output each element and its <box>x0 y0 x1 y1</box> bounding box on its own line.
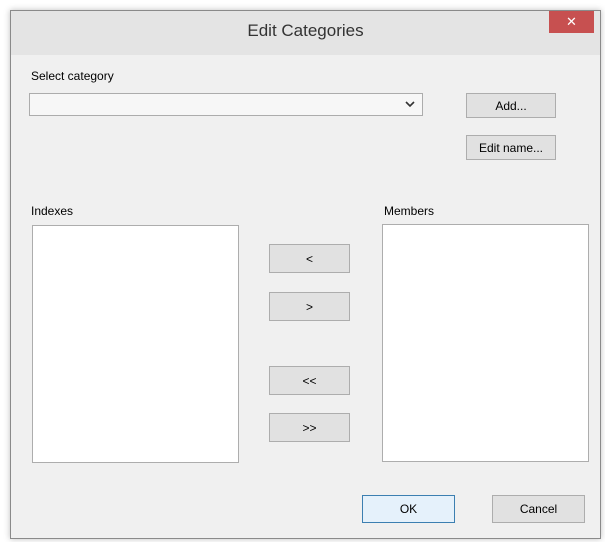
move-all-right-button[interactable]: >> <box>269 413 350 442</box>
dialog-title: Edit Categories <box>247 21 364 40</box>
select-category-label: Select category <box>31 69 114 83</box>
ok-button[interactable]: OK <box>362 495 455 523</box>
indexes-list[interactable] <box>32 225 239 463</box>
edit-name-button[interactable]: Edit name... <box>466 135 556 160</box>
cancel-button[interactable]: Cancel <box>492 495 585 523</box>
close-button[interactable]: ✕ <box>549 11 594 33</box>
add-button[interactable]: Add... <box>466 93 556 118</box>
members-list[interactable] <box>382 224 589 462</box>
move-all-left-button[interactable]: << <box>269 366 350 395</box>
edit-categories-dialog: Edit Categories ✕ Select category Add...… <box>10 10 601 539</box>
title-bar[interactable]: Edit Categories ✕ <box>11 11 600 55</box>
chevron-down-icon <box>405 101 415 108</box>
move-right-button[interactable]: > <box>269 292 350 321</box>
category-select[interactable] <box>29 93 423 116</box>
move-left-button[interactable]: < <box>269 244 350 273</box>
indexes-label: Indexes <box>31 204 74 218</box>
close-icon: ✕ <box>566 14 577 29</box>
members-label: Members <box>384 204 435 218</box>
